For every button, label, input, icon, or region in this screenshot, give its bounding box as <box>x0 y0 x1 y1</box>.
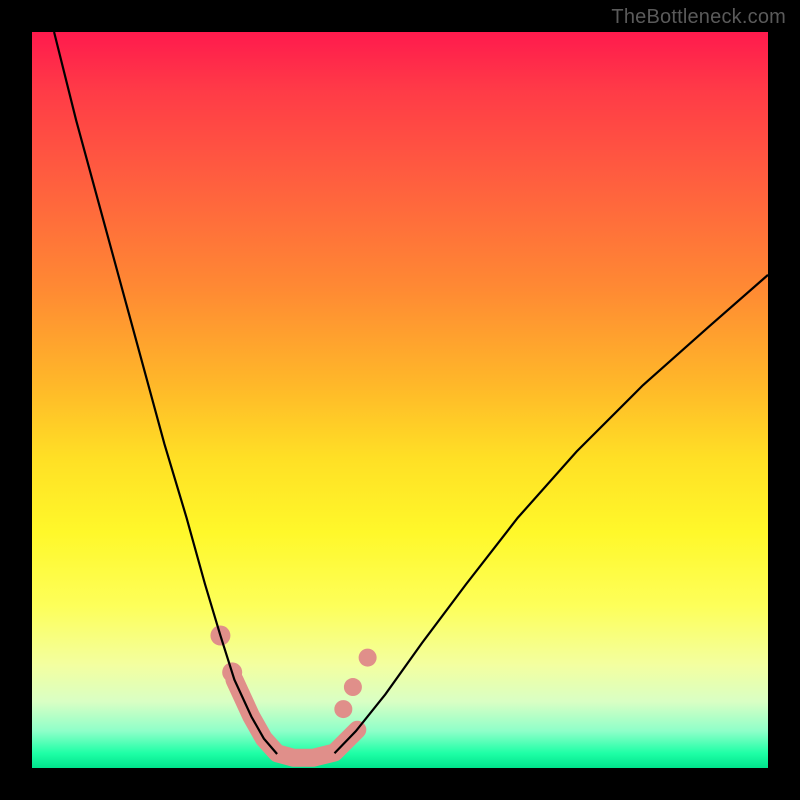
dot-right-1 <box>334 700 352 718</box>
left-curve <box>54 32 277 754</box>
chart-frame: TheBottleneck.com <box>0 0 800 800</box>
plot-area <box>32 32 768 768</box>
right-curve <box>335 275 769 753</box>
dot-right-2 <box>344 678 362 696</box>
curve-layer <box>32 32 768 768</box>
marker-dots <box>210 626 376 719</box>
dot-right-3 <box>359 649 377 667</box>
watermark-text: TheBottleneck.com <box>611 6 786 29</box>
